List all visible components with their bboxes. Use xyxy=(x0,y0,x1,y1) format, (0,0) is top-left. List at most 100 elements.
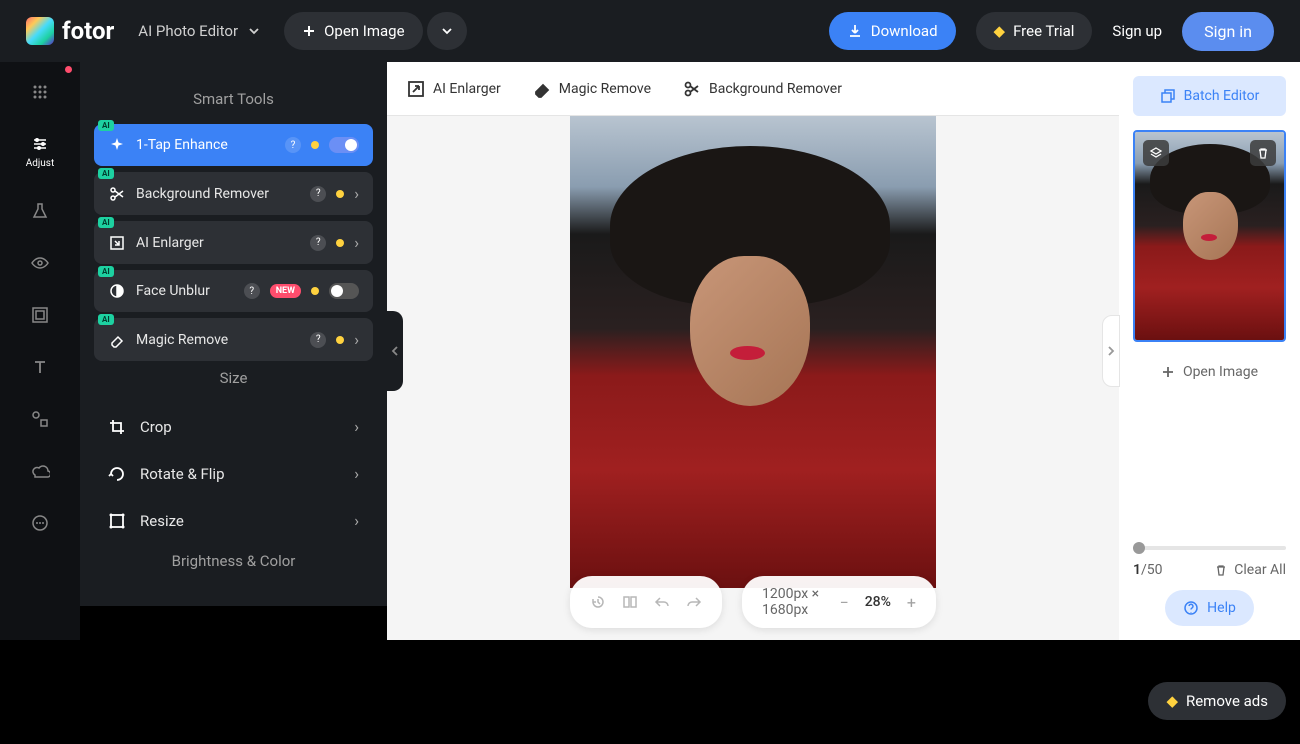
delete-thumbnail-button[interactable] xyxy=(1250,140,1276,166)
sidebar: Smart Tools AI 1-Tap Enhance ? AI Backgr… xyxy=(80,62,387,606)
size-rotate[interactable]: Rotate & Flip › xyxy=(94,450,373,497)
thumbnail[interactable] xyxy=(1133,130,1286,342)
remove-ads-button[interactable]: ◆ Remove ads xyxy=(1148,682,1286,720)
help-icon[interactable]: ? xyxy=(310,186,326,202)
brand-name: fotor xyxy=(62,17,114,45)
ai-badge: AI xyxy=(98,217,114,228)
toolbar-bg-remover[interactable]: Background Remover xyxy=(683,80,842,98)
new-badge: NEW xyxy=(270,284,301,298)
open-image-button[interactable]: Open Image xyxy=(284,12,422,50)
eye-icon xyxy=(30,256,50,270)
premium-dot xyxy=(336,190,344,198)
enlarge-icon xyxy=(109,235,125,251)
smart-tools-heading: Smart Tools xyxy=(94,90,373,108)
tool-face-unblur[interactable]: AI Face Unblur ? NEW xyxy=(94,270,373,312)
free-trial-button[interactable]: ◆ Free Trial xyxy=(976,12,1093,50)
chevron-right-icon: › xyxy=(354,330,359,349)
cloud-icon xyxy=(30,463,50,479)
rail-cloud[interactable] xyxy=(30,461,50,481)
flask-icon xyxy=(31,202,49,220)
size-heading: Size xyxy=(94,369,373,387)
sign-in-button[interactable]: Sign in xyxy=(1182,12,1274,51)
photo-preview[interactable] xyxy=(570,116,936,588)
compare-button[interactable] xyxy=(622,594,638,610)
help-icon[interactable]: ? xyxy=(244,283,260,299)
plus-icon xyxy=(1161,365,1175,379)
grid-icon xyxy=(31,83,49,101)
right-panel: Batch Editor Open Image 1/50 Clear All H… xyxy=(1119,62,1300,640)
zoom-out-button[interactable]: − xyxy=(840,593,849,612)
image-counter: 1/50 xyxy=(1133,562,1163,578)
ai-badge: AI xyxy=(98,120,114,131)
rotate-icon xyxy=(108,465,126,483)
rail-elements[interactable] xyxy=(30,409,50,429)
more-icon xyxy=(31,514,49,532)
frame-icon xyxy=(31,306,49,324)
help-icon[interactable]: ? xyxy=(310,332,326,348)
open-image-group: Open Image xyxy=(284,12,466,50)
toolbar-magic-remove[interactable]: Magic Remove xyxy=(533,80,651,98)
ai-badge: AI xyxy=(98,314,114,325)
chevron-down-icon xyxy=(441,25,453,37)
rail-more[interactable] xyxy=(30,513,50,533)
sign-up-link[interactable]: Sign up xyxy=(1112,22,1162,40)
expand-right-panel[interactable] xyxy=(1102,315,1120,387)
notification-dot xyxy=(65,66,72,73)
canvas-viewport[interactable] xyxy=(387,116,1119,640)
text-icon xyxy=(31,358,49,376)
tool-magic-remove[interactable]: AI Magic Remove ? › xyxy=(94,318,373,361)
history-button[interactable] xyxy=(590,594,606,610)
logo-icon xyxy=(26,17,54,45)
tool-1tap-enhance[interactable]: AI 1-Tap Enhance ? xyxy=(94,124,373,166)
ai-badge: AI xyxy=(98,168,114,179)
rail-adjust[interactable]: Adjust xyxy=(26,134,55,169)
layers-icon xyxy=(1149,146,1163,160)
tool-background-remover[interactable]: AI Background Remover ? › xyxy=(94,172,373,215)
size-resize[interactable]: Resize › xyxy=(94,497,373,544)
help-button[interactable]: Help xyxy=(1165,590,1254,626)
crop-icon xyxy=(108,418,126,436)
eraser-icon xyxy=(533,80,551,98)
plus-icon xyxy=(302,24,316,38)
scissors-icon xyxy=(109,186,125,202)
batch-editor-button[interactable]: Batch Editor xyxy=(1133,76,1286,116)
zoom-level: 28% xyxy=(865,594,891,610)
open-image-secondary[interactable]: Open Image xyxy=(1133,356,1286,388)
zoom-in-button[interactable]: + xyxy=(907,593,916,612)
redo-button[interactable] xyxy=(686,594,702,610)
logo[interactable]: fotor xyxy=(26,17,114,45)
enlarge-icon xyxy=(407,80,425,98)
canvas-footer: 1200px × 1680px − 28% + xyxy=(570,576,936,628)
resize-icon xyxy=(108,512,126,530)
stack-icon xyxy=(1160,88,1176,104)
collapse-sidebar[interactable] xyxy=(387,311,403,391)
chevron-right-icon: › xyxy=(354,417,359,436)
open-image-dropdown[interactable] xyxy=(427,12,467,50)
image-scrubber[interactable] xyxy=(1133,546,1286,550)
enhance-toggle[interactable] xyxy=(329,137,359,153)
tool-ai-enlarger[interactable]: AI AI Enlarger ? › xyxy=(94,221,373,264)
undo-button[interactable] xyxy=(654,594,670,610)
rail-effects[interactable] xyxy=(30,201,50,221)
help-icon[interactable]: ? xyxy=(285,137,301,153)
brightness-heading: Brightness & Color xyxy=(94,552,373,570)
rail-frames[interactable] xyxy=(30,305,50,325)
rail-apps[interactable] xyxy=(30,82,50,102)
rail-beauty[interactable] xyxy=(30,253,50,273)
layers-button[interactable] xyxy=(1143,140,1169,166)
premium-dot xyxy=(336,239,344,247)
toolbar-ai-enlarger[interactable]: AI Enlarger xyxy=(407,80,501,98)
editor-dropdown[interactable]: AI Photo Editor xyxy=(134,14,264,48)
download-button[interactable]: Download xyxy=(829,12,956,50)
chevron-down-icon xyxy=(248,25,260,37)
header: fotor AI Photo Editor Open Image Downloa… xyxy=(0,0,1300,62)
unblur-toggle[interactable] xyxy=(329,283,359,299)
diamond-icon: ◆ xyxy=(994,22,1006,40)
size-crop[interactable]: Crop › xyxy=(94,403,373,450)
premium-dot xyxy=(336,336,344,344)
redo-icon xyxy=(686,594,702,610)
help-icon[interactable]: ? xyxy=(310,235,326,251)
chevron-right-icon: › xyxy=(354,464,359,483)
clear-all-button[interactable]: Clear All xyxy=(1214,562,1286,578)
rail-text[interactable] xyxy=(30,357,50,377)
